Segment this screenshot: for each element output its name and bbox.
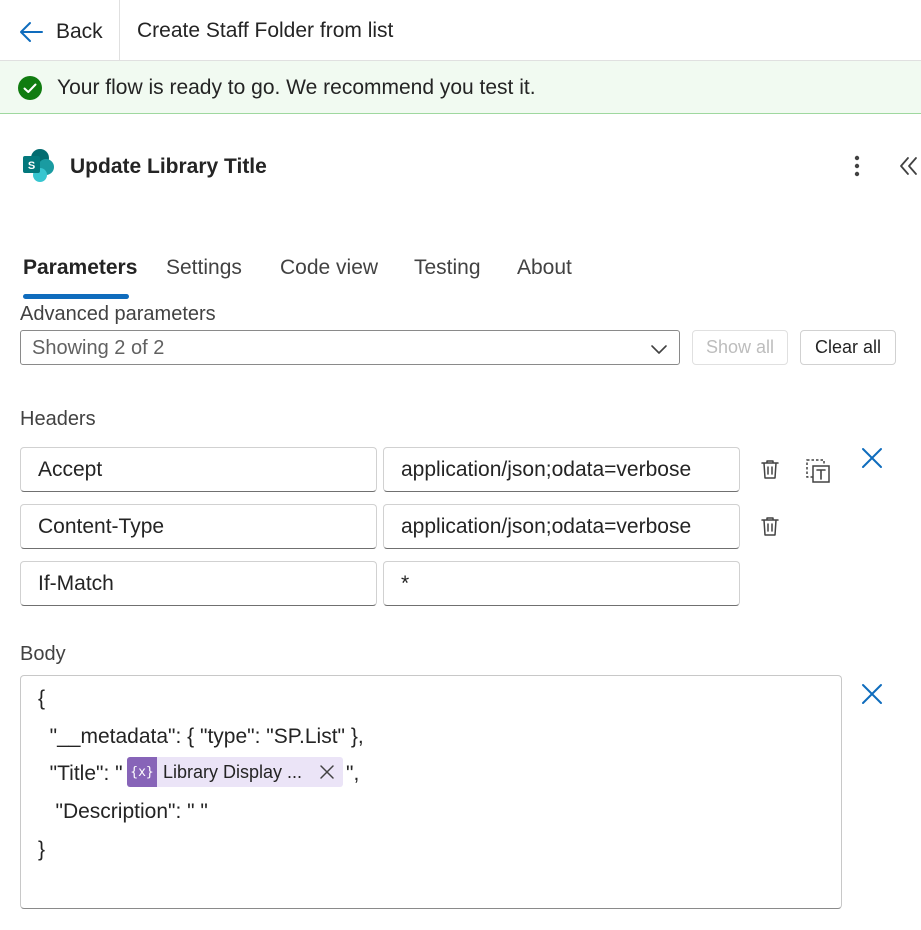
active-tab-indicator bbox=[23, 294, 129, 299]
code-line: ", bbox=[346, 762, 360, 785]
body-label: Body bbox=[20, 643, 66, 665]
variable-icon: {x} bbox=[127, 757, 157, 787]
back-label: Back bbox=[56, 20, 103, 43]
tab-testing[interactable]: Testing bbox=[414, 256, 481, 280]
success-banner: Your flow is ready to go. We recommend y… bbox=[0, 61, 921, 114]
header-key-input[interactable]: If-Match bbox=[20, 561, 377, 606]
code-line: "__metadata": { "type": "SP.List" }, bbox=[38, 725, 364, 748]
close-icon[interactable] bbox=[860, 682, 884, 706]
remove-token-icon[interactable] bbox=[319, 764, 335, 780]
more-options-icon[interactable] bbox=[845, 152, 869, 180]
checkmark-circle-icon bbox=[18, 76, 42, 100]
flow-title: Create Staff Folder from list bbox=[137, 19, 394, 42]
code-line: { bbox=[38, 687, 46, 710]
arrow-left-icon bbox=[20, 22, 43, 42]
tab-about[interactable]: About bbox=[517, 256, 572, 280]
show-all-button[interactable]: Show all bbox=[692, 330, 788, 365]
header-key-input[interactable]: Content-Type bbox=[20, 504, 377, 549]
sharepoint-icon: S bbox=[23, 149, 54, 182]
tab-settings[interactable]: Settings bbox=[166, 256, 242, 280]
action-title: Update Library Title bbox=[70, 155, 267, 178]
header-value-input[interactable]: application/json;odata=verbose bbox=[383, 447, 740, 492]
code-line: "Description": " " bbox=[38, 800, 208, 823]
delete-icon[interactable] bbox=[758, 457, 782, 481]
switch-to-text-mode-icon[interactable] bbox=[805, 458, 831, 484]
chevron-down-icon bbox=[651, 345, 667, 354]
code-line: "Title": " bbox=[38, 762, 123, 785]
header-value-input[interactable]: application/json;odata=verbose bbox=[383, 504, 740, 549]
header-key-input[interactable]: Accept bbox=[20, 447, 377, 492]
tab-code-view[interactable]: Code view bbox=[280, 256, 378, 280]
svg-text:S: S bbox=[28, 160, 35, 172]
advanced-parameters-label: Advanced parameters bbox=[20, 303, 216, 325]
back-button[interactable]: Back bbox=[18, 16, 103, 48]
advanced-parameters-dropdown[interactable]: Showing 2 of 2 bbox=[20, 330, 680, 365]
header-value-input[interactable]: * bbox=[383, 561, 740, 606]
dynamic-content-token[interactable]: {x} Library Display ... bbox=[127, 757, 343, 787]
token-label: Library Display ... bbox=[163, 761, 303, 782]
close-icon[interactable] bbox=[860, 446, 884, 470]
dropdown-value: Showing 2 of 2 bbox=[32, 337, 165, 359]
body-editor[interactable] bbox=[20, 675, 842, 909]
headers-label: Headers bbox=[20, 408, 96, 430]
code-line: } bbox=[38, 838, 46, 861]
clear-all-button[interactable]: Clear all bbox=[800, 330, 896, 365]
divider bbox=[119, 0, 120, 61]
double-chevron-left-icon[interactable] bbox=[896, 152, 921, 180]
tab-parameters[interactable]: Parameters bbox=[23, 256, 137, 280]
banner-message: Your flow is ready to go. We recommend y… bbox=[57, 76, 536, 99]
top-bar: Back Create Staff Folder from list bbox=[0, 0, 921, 61]
delete-icon[interactable] bbox=[758, 514, 782, 538]
